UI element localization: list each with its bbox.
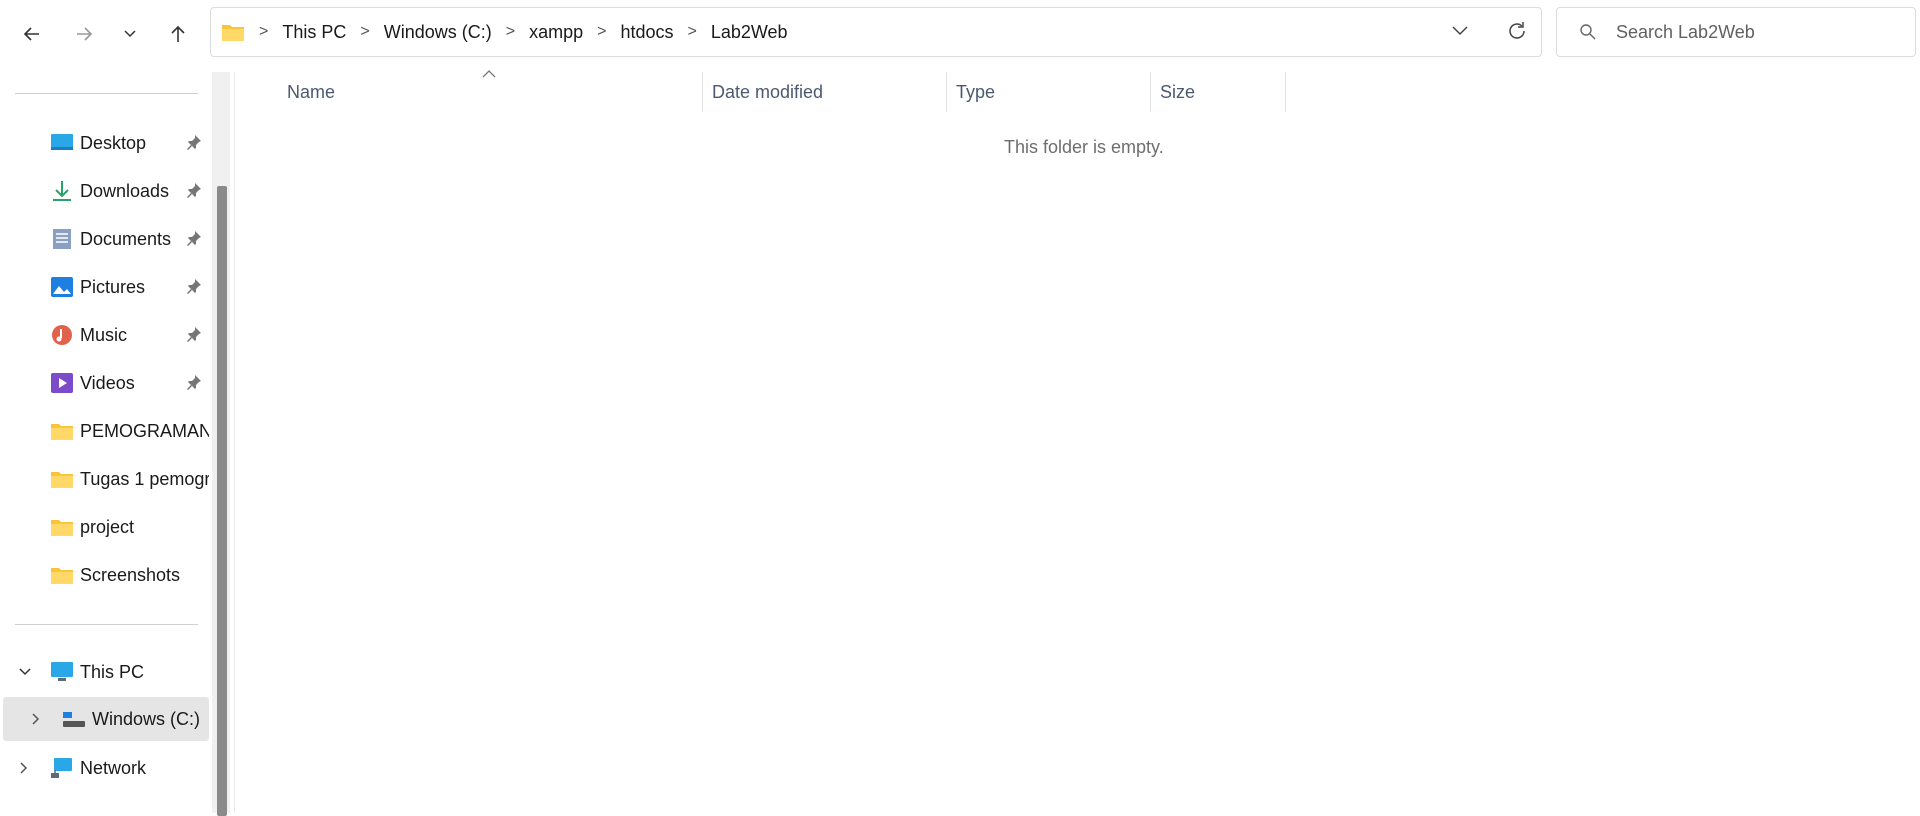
column-header-size[interactable]: Size: [1160, 70, 1284, 112]
pictures-icon: [51, 277, 73, 297]
crumb-xampp[interactable]: xampp: [529, 22, 583, 43]
back-button[interactable]: [12, 14, 52, 54]
chevron-down-icon: [124, 30, 136, 38]
column-separator[interactable]: [1285, 72, 1286, 112]
sidebar-item-network[interactable]: Network: [0, 746, 210, 790]
pin-icon: [187, 375, 201, 390]
sidebar-item-label: Screenshots: [80, 565, 181, 585]
chevron-down-icon: [1452, 26, 1468, 36]
sidebar-item-pictures[interactable]: Pictures: [0, 265, 210, 309]
column-separator[interactable]: [702, 72, 703, 112]
search-icon: [1580, 24, 1596, 40]
search-box[interactable]: Search Lab2Web: [1556, 7, 1916, 57]
column-header-label: Date modified: [712, 82, 824, 102]
pane-divider: [234, 72, 235, 813]
column-header-label: Size: [1160, 82, 1196, 102]
folder-icon: [51, 520, 73, 536]
desktop-icon: [51, 134, 73, 150]
network-icon: [51, 758, 72, 778]
breadcrumb-separator: >: [505, 23, 516, 40]
arrow-up-icon: [171, 25, 185, 42]
sidebar-item-label: Tugas 1 pemogr: [80, 469, 209, 489]
computer-icon: [51, 662, 73, 681]
crumb-lab2web[interactable]: Lab2Web: [711, 22, 788, 43]
sidebar-item-label: This PC: [80, 662, 145, 682]
pin-icon: [187, 327, 201, 342]
sidebar-item-this-pc[interactable]: This PC: [0, 650, 210, 694]
sidebar-item-tugas[interactable]: Tugas 1 pemogr: [0, 457, 210, 501]
sidebar-scrollbar-thumb[interactable]: [217, 186, 227, 816]
sidebar-divider: [15, 624, 198, 625]
sidebar-item-music[interactable]: Music: [0, 313, 210, 357]
refresh-button[interactable]: [1506, 20, 1532, 46]
crumb-this-pc[interactable]: This PC: [282, 22, 346, 43]
pin-icon: [187, 231, 201, 246]
column-header-type[interactable]: Type: [956, 70, 1149, 112]
search-placeholder: Search Lab2Web: [1616, 22, 1755, 42]
column-header-label: Name: [287, 82, 336, 102]
chevron-down-icon[interactable]: [18, 665, 32, 679]
column-separator[interactable]: [1150, 72, 1151, 112]
breadcrumb-separator: >: [597, 23, 607, 40]
sidebar-item-label: PEMOGRAMAN: [80, 421, 209, 441]
pin-icon: [187, 135, 201, 150]
sidebar-item-project[interactable]: project: [0, 505, 210, 549]
sidebar-item-videos[interactable]: Videos: [0, 361, 210, 405]
sidebar-divider: [15, 93, 198, 94]
pin-icon: [187, 279, 201, 294]
sidebar-item-label: Windows (C:): [92, 709, 201, 729]
column-header-label: Type: [956, 82, 996, 102]
pin-icon: [187, 183, 201, 198]
music-icon: [52, 325, 72, 345]
column-separator[interactable]: [946, 72, 947, 112]
up-button[interactable]: [158, 14, 198, 54]
sidebar-item-label: Network: [80, 758, 147, 778]
folder-icon: [51, 424, 73, 440]
breadcrumb: > This PC > Windows (C:) > xampp > htdoc…: [221, 8, 788, 56]
sidebar-item-screenshots[interactable]: Screenshots: [0, 553, 210, 597]
crumb-windows-c[interactable]: Windows (C:): [384, 22, 492, 43]
address-history-button[interactable]: [1451, 22, 1475, 42]
refresh-icon: [1509, 22, 1525, 39]
folder-icon: [51, 568, 73, 584]
column-header-name[interactable]: Name: [287, 70, 702, 112]
empty-folder-message: This folder is empty.: [1004, 137, 1164, 157]
sidebar-item-documents[interactable]: Documents: [0, 217, 210, 261]
drive-icon: [63, 712, 85, 727]
breadcrumb-separator: >: [687, 23, 697, 40]
download-icon: [53, 181, 71, 201]
arrow-right-icon: [77, 27, 93, 41]
breadcrumb-separator: >: [360, 23, 370, 40]
videos-icon: [51, 373, 73, 393]
folder-icon: [222, 25, 244, 41]
breadcrumb-separator: >: [259, 23, 269, 40]
column-header-date-modified[interactable]: Date modified: [712, 70, 945, 112]
address-bar[interactable]: > This PC > Windows (C:) > xampp > htdoc…: [210, 7, 1542, 57]
recent-locations-button[interactable]: [110, 14, 150, 54]
forward-button[interactable]: [64, 14, 104, 54]
documents-icon: [53, 229, 71, 249]
chevron-right-icon[interactable]: [17, 761, 31, 775]
sidebar-item-downloads[interactable]: Downloads: [0, 169, 210, 213]
sidebar-item-label: project: [80, 517, 135, 537]
folder-icon: [51, 472, 73, 488]
chevron-right-icon[interactable]: [29, 712, 43, 726]
crumb-htdocs[interactable]: htdocs: [620, 22, 673, 43]
sidebar-item-pemograman[interactable]: PEMOGRAMAN: [0, 409, 210, 453]
sidebar-item-desktop[interactable]: Desktop: [0, 121, 210, 165]
arrow-left-icon: [23, 27, 39, 41]
sidebar-item-windows-c[interactable]: Windows (C:): [3, 697, 209, 741]
